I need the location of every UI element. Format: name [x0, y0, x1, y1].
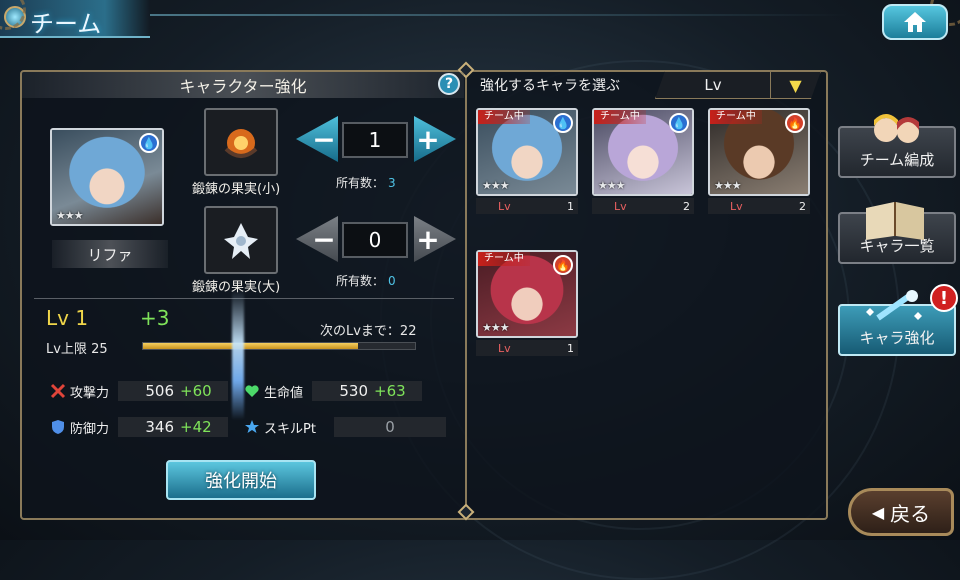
- lv-value: 2: [683, 199, 690, 213]
- sparkle-effect: [232, 290, 244, 420]
- small-fruit-quantity: 1: [342, 122, 408, 158]
- header-line: [150, 14, 850, 16]
- card-level: Lv 1: [476, 198, 578, 214]
- team-characters-icon: [874, 114, 919, 143]
- stat-bonus: +42: [180, 418, 212, 436]
- home-button[interactable]: [882, 4, 948, 40]
- stat-defense: 防御力 346 +42: [50, 416, 228, 438]
- exp-bar: [142, 342, 416, 350]
- exp-bar-fill: [143, 343, 358, 349]
- back-button[interactable]: ◀ 戻る: [848, 488, 954, 536]
- stat-base: 346: [145, 418, 174, 436]
- start-enhance-button[interactable]: 強化開始: [166, 460, 316, 500]
- lv-label: Lv: [498, 341, 511, 355]
- stat-label: 攻撃力: [70, 385, 110, 401]
- enhance-sparkle-icon: [866, 290, 922, 321]
- lv-label: Lv: [730, 199, 743, 213]
- character-portrait: チーム中 🔥 ★★★: [708, 108, 810, 196]
- sort-dropdown[interactable]: Lv ▼: [655, 71, 821, 99]
- stat-bonus: +63: [374, 382, 406, 400]
- in-team-tag: チーム中: [478, 110, 530, 124]
- sword-icon: [50, 383, 66, 399]
- rarity-stars: ★★★: [482, 321, 510, 334]
- stat-label: スキルPt: [264, 421, 316, 437]
- back-arrow-icon: ◀: [871, 502, 885, 522]
- stat-label: 生命値: [264, 385, 304, 401]
- rarity-stars: ★★★: [482, 179, 510, 192]
- lv-value: 1: [567, 199, 574, 213]
- stat-bonus: +60: [180, 382, 212, 400]
- dropdown-arrow-icon: ▼: [770, 72, 820, 98]
- card-level: Lv 2: [592, 198, 694, 214]
- small-fruit-owned: 所有数： 3: [336, 174, 396, 191]
- stat-hp: 生命値 530 +63: [244, 380, 422, 402]
- level-cap: Lv上限 25: [46, 342, 108, 357]
- help-button[interactable]: ?: [438, 73, 460, 95]
- stat-base: 530: [339, 382, 368, 400]
- character-portrait: チーム中 💧 ★★★: [592, 108, 694, 196]
- character-portrait: チーム中 💧 ★★★: [476, 108, 578, 196]
- panel-divider: [465, 70, 467, 520]
- team-formation-button[interactable]: チーム編成: [838, 114, 956, 178]
- lv-value: 2: [799, 199, 806, 213]
- rarity-stars: ★★★: [56, 209, 84, 222]
- water-element-icon: 💧: [139, 133, 159, 153]
- item-name: 鍛錬の果実(小): [192, 182, 281, 197]
- star-icon: [245, 420, 259, 433]
- water-element-icon: 💧: [553, 113, 573, 133]
- level-gain: +3: [140, 306, 170, 330]
- owned-count: 3: [388, 176, 396, 190]
- alert-badge-icon: !: [930, 284, 958, 312]
- in-team-tag: チーム中: [710, 110, 762, 124]
- large-fruit-owned: 所有数： 0: [336, 272, 396, 289]
- current-level: Lv 1: [46, 306, 89, 330]
- in-team-tag: チーム中: [594, 110, 646, 124]
- character-card[interactable]: チーム中 🔥 ★★★ Lv 2: [708, 108, 810, 214]
- stat-label: 防御力: [70, 421, 110, 437]
- small-fruit-item-icon: [204, 108, 278, 176]
- fire-element-icon: 🔥: [785, 113, 805, 133]
- character-card[interactable]: チーム中 🔥 ★★★ Lv 1: [476, 250, 578, 356]
- owned-count: 0: [388, 274, 396, 288]
- stat-base: 0: [385, 418, 395, 436]
- character-card[interactable]: チーム中 💧 ★★★ Lv 2: [592, 108, 694, 214]
- lv-value: 1: [567, 341, 574, 355]
- character-portrait: チーム中 🔥 ★★★: [476, 250, 578, 338]
- character-name: リファ: [52, 240, 168, 268]
- large-fruit-quantity: 0: [342, 222, 408, 258]
- heart-icon: [245, 385, 259, 397]
- stat-skill-pt: スキルPt 0: [244, 416, 446, 438]
- back-label: 戻る: [890, 501, 931, 526]
- home-icon: [904, 12, 926, 32]
- card-level: Lv 1: [476, 340, 578, 356]
- card-level: Lv 2: [708, 198, 810, 214]
- owned-label: 所有数：: [336, 176, 385, 190]
- fire-element-icon: 🔥: [553, 255, 573, 275]
- in-team-tag: チーム中: [478, 252, 530, 266]
- stat-attack: 攻撃力 506 +60: [50, 380, 228, 402]
- next-level-exp: 次のLvまで：22: [320, 324, 417, 339]
- rarity-stars: ★★★: [598, 179, 626, 192]
- character-card[interactable]: チーム中 💧 ★★★ Lv 1: [476, 108, 578, 214]
- book-icon: [866, 202, 924, 240]
- stat-base: 506: [145, 382, 174, 400]
- select-character-title: 強化するキャラを選ぶ: [480, 78, 620, 94]
- character-list-button[interactable]: キャラ一覧: [838, 202, 956, 264]
- sort-label: Lv: [704, 76, 722, 94]
- shield-icon: [52, 420, 64, 434]
- section-divider: [34, 298, 454, 299]
- enhance-panel-title: キャラクター強化: [22, 72, 464, 98]
- water-element-icon: 💧: [669, 113, 689, 133]
- rarity-stars: ★★★: [714, 179, 742, 192]
- owned-label: 所有数：: [336, 274, 385, 288]
- lv-label: Lv: [614, 199, 627, 213]
- selected-character-portrait[interactable]: 💧 ★★★: [50, 128, 164, 226]
- character-enhance-button[interactable]: キャラ強化: [838, 290, 956, 356]
- lv-label: Lv: [498, 199, 511, 213]
- large-fruit-item-icon: [204, 206, 278, 274]
- page-title: チーム: [30, 10, 102, 38]
